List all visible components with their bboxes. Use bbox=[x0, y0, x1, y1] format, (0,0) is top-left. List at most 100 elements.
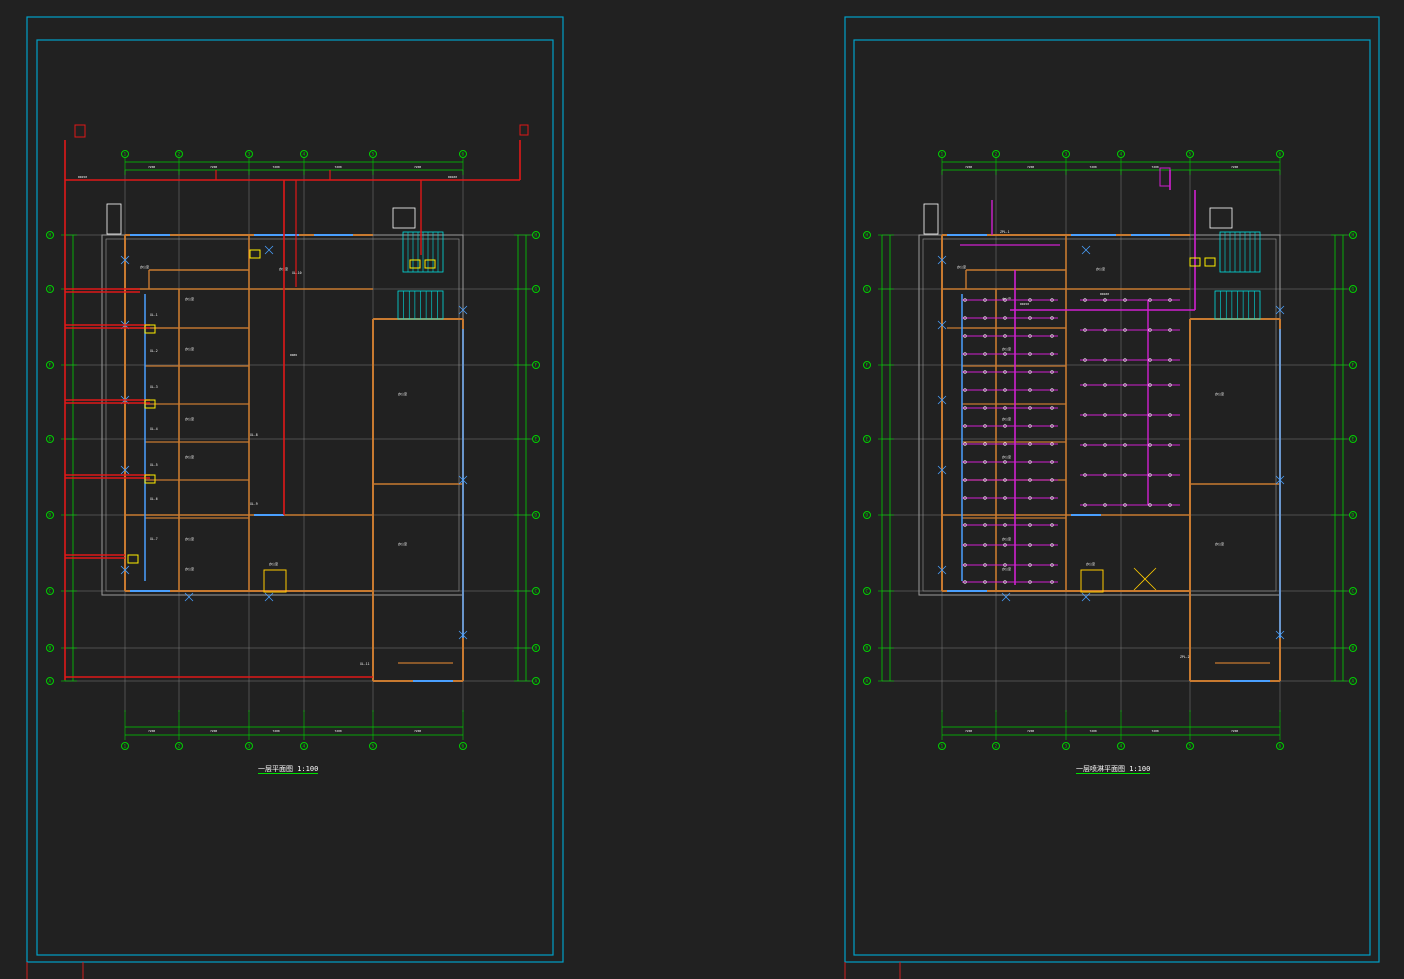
shaft-outline bbox=[106, 203, 122, 235]
grid-bubble-label: 2 bbox=[178, 744, 181, 750]
dimension-text: 7200 bbox=[1090, 729, 1097, 733]
pipe-tag: XL-4 bbox=[150, 427, 158, 431]
room-label: 办公室 bbox=[185, 454, 194, 459]
grid-bubble-label: D bbox=[1352, 513, 1355, 519]
room-label: 办公室 bbox=[1002, 536, 1011, 541]
grid-bubble-label: 6 bbox=[1279, 744, 1282, 750]
grid-bubble-label: 2 bbox=[995, 152, 998, 158]
cad-drawing-canvas[interactable]: 1 1 2 2 3 3 4 4 5 5 6 6 H H G G F F E E D D C C B B A A 7200 7200 7200… bbox=[0, 0, 1404, 979]
elevator-icon bbox=[1080, 569, 1104, 593]
grid-bubble-label: G bbox=[1352, 287, 1355, 293]
grid-bubble-label: 5 bbox=[1189, 744, 1192, 750]
grid-bubble-label: 1 bbox=[941, 152, 944, 158]
stair-icon bbox=[1219, 231, 1261, 273]
grid-bubble-label: D bbox=[49, 513, 52, 519]
stair-icon bbox=[402, 231, 444, 273]
grid-bubble-label: 4 bbox=[303, 152, 306, 158]
pipe-tag: XL-7 bbox=[150, 537, 158, 541]
room-label: 办公室 bbox=[1002, 346, 1011, 351]
door-swing-icon bbox=[264, 245, 274, 255]
grid-bubble-label: F bbox=[1352, 363, 1355, 369]
grid-bubble-label: G bbox=[866, 287, 869, 293]
grid-bubble-label: B bbox=[49, 646, 52, 652]
grid-bubble-label: 1 bbox=[124, 152, 127, 158]
room-label: 办公室 bbox=[1002, 566, 1011, 571]
pipe-tag: XL-11 bbox=[360, 662, 370, 666]
door-swing-icon bbox=[1081, 592, 1091, 602]
grid-bubble-label: 4 bbox=[1120, 152, 1123, 158]
grid-bubble-label: A bbox=[535, 679, 538, 685]
sheet-1-inner-frame bbox=[36, 39, 554, 956]
dimension-text: 7200 bbox=[1231, 729, 1238, 733]
grid-bubble-label: E bbox=[1352, 437, 1355, 443]
room-label: 办公室 bbox=[185, 566, 194, 571]
grid-bubble-label: 2 bbox=[995, 744, 998, 750]
grid-bubble-label: H bbox=[49, 233, 52, 239]
door-swing-icon bbox=[184, 592, 194, 602]
dimension-text: 7200 bbox=[965, 165, 972, 169]
grid-bubble-label: 6 bbox=[462, 744, 465, 750]
grid-bubble-label: H bbox=[1352, 233, 1355, 239]
pipe-tag: XL-9 bbox=[250, 502, 258, 506]
grid-bubble-label: 5 bbox=[372, 152, 375, 158]
sheet-1: 1 1 2 2 3 3 4 4 5 5 6 6 H H G G F F E E D D C C B B A A 7200 7200 7200… bbox=[26, 16, 564, 963]
alarm-valve-icon bbox=[1159, 167, 1171, 187]
pipe-note: DN150 bbox=[78, 175, 87, 179]
room-label: 办公室 bbox=[185, 346, 194, 351]
room-label: 办公室 bbox=[398, 541, 407, 546]
hydrant-icon bbox=[144, 324, 156, 334]
grid-bubble-label: G bbox=[49, 287, 52, 293]
grid-bubble-label: C bbox=[49, 589, 52, 595]
door-swing-icon bbox=[1081, 245, 1091, 255]
grid-bubble-label: 5 bbox=[372, 744, 375, 750]
dimension-text: 7200 bbox=[1027, 165, 1034, 169]
grid-bubble-label: 3 bbox=[248, 152, 251, 158]
room-label: 办公室 bbox=[1086, 561, 1095, 566]
dimension-text: 7200 bbox=[1152, 165, 1159, 169]
room-label: 办公室 bbox=[185, 416, 194, 421]
sheet-2: 1 1 2 2 3 3 4 4 5 5 6 6 H H G G F F E E D D C C B B A A 7200 7200 7200… bbox=[844, 16, 1380, 963]
grid-bubble-label: B bbox=[866, 646, 869, 652]
grid-bubble-label: D bbox=[866, 513, 869, 519]
shaft-outline bbox=[392, 207, 416, 229]
grid-bubble-label: C bbox=[535, 589, 538, 595]
grid-bubble-label: 4 bbox=[1120, 744, 1123, 750]
inlet-box bbox=[519, 124, 529, 136]
room-label: 办公室 bbox=[1096, 266, 1105, 271]
room-label: 办公室 bbox=[269, 561, 278, 566]
hydrant-icon bbox=[127, 554, 139, 564]
room-label: 办公室 bbox=[1215, 541, 1224, 546]
dimension-text: 7200 bbox=[273, 729, 280, 733]
pipe-tag: XL-1 bbox=[150, 313, 158, 317]
pipe-tag: ZPL-1 bbox=[1000, 230, 1010, 234]
grid-bubble-label: G bbox=[535, 287, 538, 293]
inlet-box bbox=[74, 124, 86, 138]
pipe-note: DN65 bbox=[290, 353, 297, 357]
dimension-text: 7200 bbox=[335, 165, 342, 169]
dimension-text: 7200 bbox=[273, 165, 280, 169]
grid-bubble-label: F bbox=[535, 363, 538, 369]
grid-bubble-label: E bbox=[535, 437, 538, 443]
grid-bubble-label: C bbox=[866, 589, 869, 595]
dimension-text: 7200 bbox=[414, 729, 421, 733]
grid-bubble-label: E bbox=[49, 437, 52, 443]
pipe-tag: XL-5 bbox=[150, 463, 158, 467]
dimension-text: 7200 bbox=[210, 165, 217, 169]
grid-bubble-label: 3 bbox=[1065, 152, 1068, 158]
room-label: 办公室 bbox=[398, 391, 407, 396]
room-label: 办公室 bbox=[1002, 416, 1011, 421]
pipe-tag: XL-10 bbox=[292, 271, 302, 275]
dimension-text: 7200 bbox=[148, 729, 155, 733]
pipe-note: DN150 bbox=[1020, 302, 1029, 306]
dimension-text: 7200 bbox=[965, 729, 972, 733]
grid-bubble-label: C bbox=[1352, 589, 1355, 595]
hydrant-icon bbox=[144, 474, 156, 484]
dimension-text: 7200 bbox=[1027, 729, 1034, 733]
hydrant-icon bbox=[409, 259, 421, 269]
floor-plan-1: 1 1 2 2 3 3 4 4 5 5 6 6 H H G G F F E E D D C C B B A A 7200 7200 7200… bbox=[46, 124, 540, 750]
grid-bubble-label: 6 bbox=[1279, 152, 1282, 158]
grid-bubble-label: 3 bbox=[1065, 744, 1068, 750]
room-label: 办公室 bbox=[185, 536, 194, 541]
pipe-tag: XL-2 bbox=[150, 349, 158, 353]
grid-bubble-label: F bbox=[49, 363, 52, 369]
